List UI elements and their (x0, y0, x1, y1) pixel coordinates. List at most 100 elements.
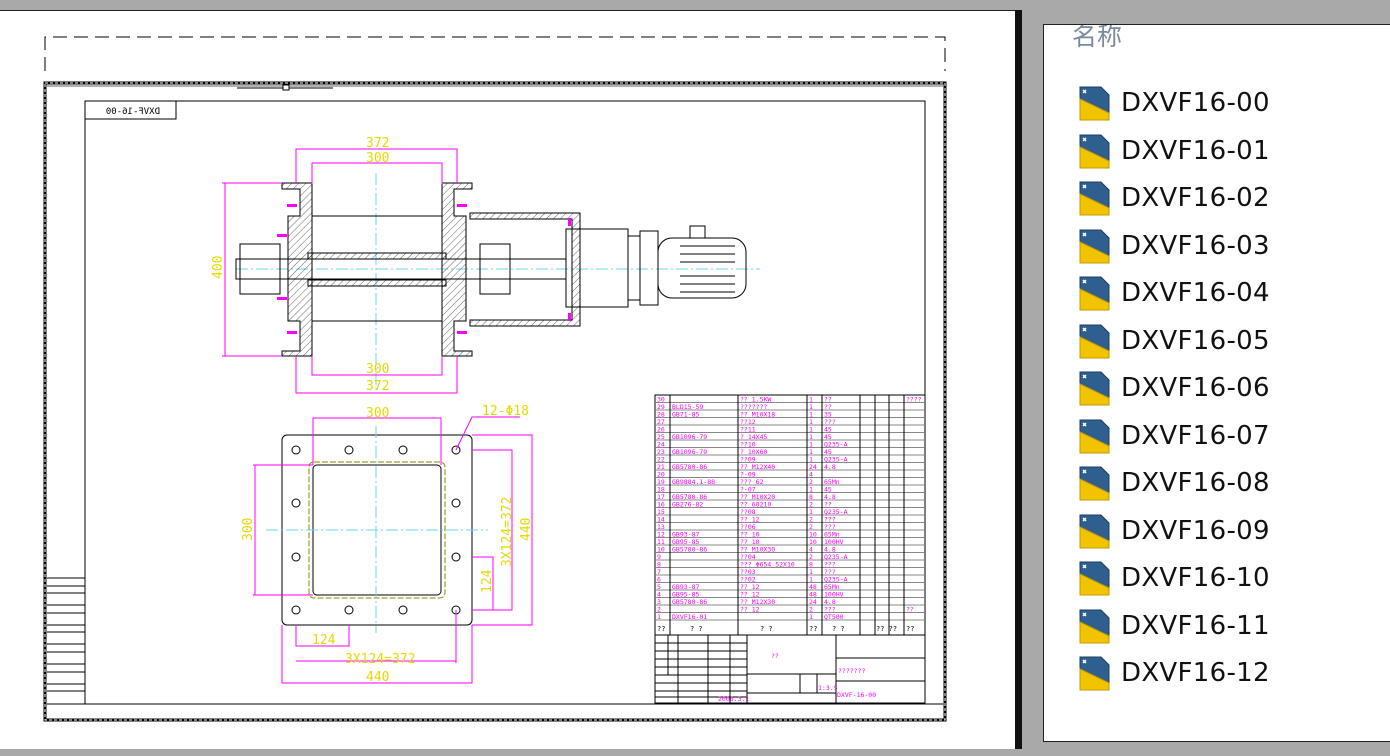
file-item[interactable]: DXVF16-01 (1077, 131, 1270, 171)
dwg-file-icon (1077, 655, 1111, 691)
dim-plan-bottom-single: 124 (312, 633, 336, 648)
parts-cell: GB1096-79 (672, 448, 707, 456)
file-item[interactable]: DXVF16-09 (1077, 511, 1270, 551)
dwg-file-icon (1077, 180, 1111, 216)
drawing-preview: DXVF-16-00 372 300 400 300 372 300 12-Φ1… (0, 10, 1015, 749)
parts-cell: DXVF16-01 (672, 613, 707, 621)
file-name: DXVF16-10 (1121, 563, 1270, 593)
dwg-file-icon (1077, 323, 1111, 359)
file-item[interactable]: DXVF16-11 (1077, 606, 1270, 646)
bolt-hole (291, 498, 301, 508)
dim-plan-top: 300 (366, 406, 389, 421)
title-block-drawing-no: DXVF-16-00 (837, 691, 876, 699)
dim-side-top-outer: 372 (366, 136, 389, 151)
dim-plan-holes: 12-Φ18 (482, 404, 529, 419)
bolt-hole (398, 605, 408, 615)
bolt-hole (398, 445, 408, 455)
parts-cell: GB276-82 (672, 501, 703, 509)
file-name: DXVF16-04 (1121, 278, 1270, 308)
dim-plan-right-single: 124 (480, 569, 495, 593)
parts-cell: GB71-85 (672, 411, 699, 419)
file-list-panel: 名称 DXVF16-00 DXVF16-01 DXVF16-02 DXVF16-03 D… (1043, 24, 1390, 742)
dashed-frame (44, 36, 946, 71)
parts-list: 30?? 1.5KW 1?? ????29 BLD15-59??????? 1 ??28 G… (654, 394, 926, 636)
parts-cell: 1 (657, 613, 661, 621)
side-view: 372 300 400 300 372 (211, 136, 760, 394)
file-name: DXVF16-02 (1121, 183, 1270, 213)
title-block-date: 2008.3.1 (718, 695, 749, 703)
file-name: DXVF16-07 (1121, 420, 1270, 451)
file-item[interactable]: DXVF16-00 (1077, 83, 1270, 123)
dim-side-bottom-inner: 300 (366, 362, 389, 377)
bolt-hole (291, 445, 301, 455)
file-item[interactable]: DXVF16-02 (1077, 178, 1270, 218)
column-header-name[interactable]: 名称 (1072, 25, 1122, 53)
title-block-center: ?? (771, 652, 779, 660)
bolt-hole (451, 552, 461, 562)
dim-plan-bottom-overall: 440 (366, 670, 389, 685)
file-name: DXVF16-09 (1121, 515, 1270, 546)
parts-remark: ???? (906, 396, 922, 404)
dwg-file-icon (1077, 85, 1111, 121)
dwg-file-icon (1077, 133, 1111, 169)
dim-plan-left: 300 (241, 518, 256, 541)
plan-view: 300 12-Φ18 300 3X124=372 440 124 124 3X1… (241, 404, 534, 685)
file-name: DXVF16-11 (1121, 610, 1270, 641)
bolt-hole (344, 605, 354, 615)
bolt-hole (291, 552, 301, 562)
title-block (654, 634, 926, 704)
parts-cell: ?? 12 (740, 606, 760, 614)
parts-cell: GB9884.1-88 (672, 478, 715, 486)
title-block-company: ??????? (838, 667, 865, 675)
file-item[interactable]: DXVF16-10 (1077, 558, 1270, 598)
parts-header-cell: ? ? (832, 625, 845, 633)
file-item[interactable]: DXVF16-08 (1077, 463, 1270, 503)
dim-side-top-inner: 300 (366, 151, 389, 166)
file-item[interactable]: DXVF16-03 (1077, 226, 1270, 266)
parts-header-cell: ? ? (690, 625, 703, 633)
dim-side-height: 400 (211, 256, 226, 279)
parts-header-cell: ?? (906, 625, 914, 633)
bolt-hole (451, 498, 461, 508)
parts-cell: QT500 (824, 613, 844, 621)
dwg-file-icon (1077, 418, 1111, 454)
parts-cell: GB5780-86 (672, 598, 707, 606)
dwg-file-icon (1077, 560, 1111, 596)
parts-remark: ?? (906, 606, 914, 614)
left-revision-strip (47, 577, 85, 692)
dwg-file-icon (1077, 228, 1111, 264)
dwg-file-icon (1077, 275, 1111, 311)
file-item[interactable]: DXVF16-12 (1077, 653, 1270, 693)
parts-cell: GB5780-86 (672, 463, 707, 471)
file-name: DXVF16-05 (1121, 325, 1270, 356)
parts-cell: 1 (809, 613, 813, 621)
file-name: DXVF16-00 (1121, 88, 1270, 118)
file-item[interactable]: DXVF16-06 (1077, 368, 1270, 408)
bolt-hole (291, 605, 301, 615)
cad-drawing: DXVF-16-00 372 300 400 300 372 300 12-Φ1… (43, 36, 947, 722)
mirrored-drawing-label: DXVF-16-00 (106, 107, 160, 117)
file-name: DXVF16-12 (1121, 658, 1270, 688)
dim-plan-right-pitch: 3X124=372 (500, 497, 515, 567)
file-item[interactable]: DXVF16-04 (1077, 273, 1270, 313)
parts-header-cell: ?? ?? (876, 625, 897, 633)
file-name: DXVF16-01 (1121, 135, 1270, 166)
dim-plan-bottom-pitch: 3X124=372 (345, 652, 415, 667)
title-block-scale: 1:3.5 (818, 684, 838, 692)
dim-side-bottom-outer: 372 (366, 379, 389, 394)
dwg-file-icon (1077, 370, 1111, 406)
parts-header-cell: ? ? (760, 625, 773, 633)
parts-cell: GB1096-79 (672, 433, 707, 441)
parts-header-cell: ?? (809, 625, 817, 633)
parts-cell: 4.8 (824, 463, 836, 471)
dwg-file-icon (1077, 608, 1111, 644)
file-item[interactable]: DXVF16-07 (1077, 416, 1270, 456)
file-item[interactable]: DXVF16-05 (1077, 321, 1270, 361)
file-name: DXVF16-03 (1121, 230, 1270, 261)
file-name: DXVF16-06 (1121, 373, 1270, 403)
dwg-file-icon (1077, 513, 1111, 549)
file-name: DXVF16-08 (1121, 468, 1270, 498)
dim-plan-right-overall: 440 (519, 518, 534, 541)
dwg-file-icon (1077, 465, 1111, 501)
bolt-hole (344, 445, 354, 455)
